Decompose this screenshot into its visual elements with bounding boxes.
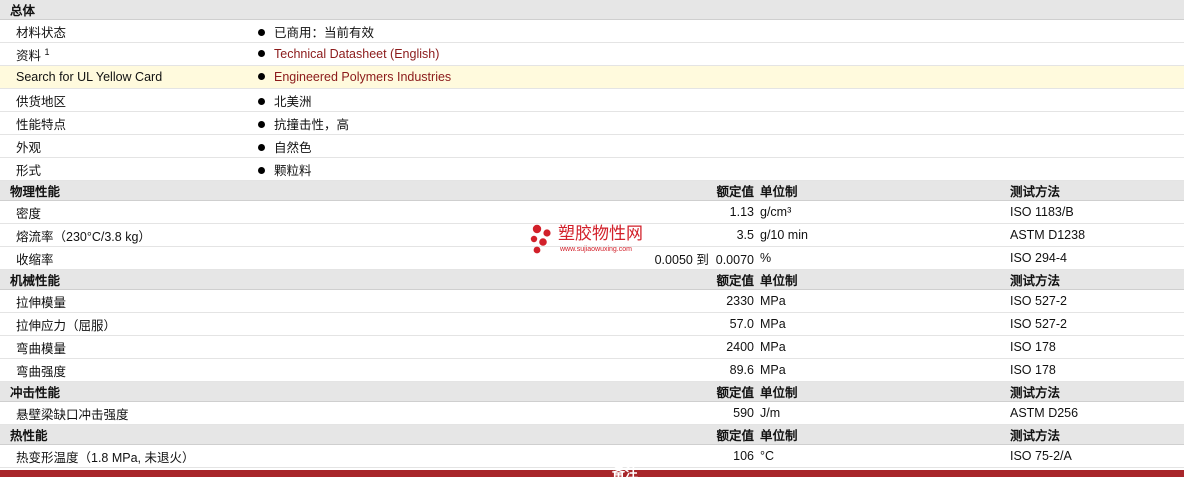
- column-header-method: 测试方法: [1010, 424, 1184, 445]
- row-method: ISO 527-2: [1010, 312, 1184, 336]
- row-label: 材料状态: [0, 19, 258, 43]
- column-header-unit: 单位制: [760, 269, 1010, 290]
- datasheet-table: 总体 材料状态 已商用：当前有效 资料 1 Technical Datashee…: [0, 0, 1184, 468]
- row-unit: MPa: [760, 358, 1010, 382]
- bullet-icon: [258, 73, 265, 80]
- row-label: 收缩率: [0, 246, 588, 270]
- general-row-form: 形式 颗粒料: [0, 157, 1184, 181]
- row-unit: J/m: [760, 401, 1010, 425]
- table-row: 热变形温度（1.8 MPa, 未退火） 106 °C ISO 75-2/A: [0, 444, 1184, 468]
- row-label: 拉伸应力（屈服）: [0, 312, 588, 336]
- table-row: 密度 1.13 g/cm³ ISO 1183/B: [0, 200, 1184, 224]
- general-row-status: 材料状态 已商用：当前有效: [0, 19, 1184, 43]
- bullet-icon: [258, 120, 265, 128]
- technical-datasheet-link[interactable]: Technical Datasheet (English): [274, 47, 439, 61]
- row-unit: MPa: [760, 289, 1010, 313]
- row-unit: °C: [760, 444, 1010, 468]
- row-value: 89.6: [588, 358, 760, 382]
- column-header-value: 额定值: [588, 381, 760, 402]
- general-row-features: 性能特点 抗撞击性，高: [0, 111, 1184, 135]
- row-label: 熔流率（230°C/3.8 kg）: [0, 223, 588, 247]
- column-header-value: 额定值: [588, 424, 760, 445]
- section-header-thermal: 热性能 额定值 单位制 测试方法: [0, 424, 1184, 445]
- section-title: 物理性能: [0, 180, 588, 201]
- row-value: 590: [588, 401, 760, 425]
- bullet-icon: [258, 97, 265, 105]
- column-header-unit: 单位制: [760, 381, 1010, 402]
- row-value: 1.13: [588, 200, 760, 224]
- row-value: 北美洲: [274, 94, 312, 109]
- general-row-ul-yellow-card: Search for UL Yellow Card Engineered Pol…: [0, 65, 1184, 89]
- column-header-unit: 单位制: [760, 424, 1010, 445]
- column-header-value: 额定值: [588, 180, 760, 201]
- bullet-icon: [258, 28, 265, 36]
- table-row: 拉伸应力（屈服） 57.0 MPa ISO 527-2: [0, 312, 1184, 336]
- row-method: ISO 1183/B: [1010, 200, 1184, 224]
- row-value: 3.5: [588, 223, 760, 247]
- general-row-documents: 资料 1 Technical Datasheet (English): [0, 42, 1184, 66]
- row-method: ISO 294-4: [1010, 246, 1184, 270]
- row-label: 密度: [0, 200, 588, 224]
- row-value: 57.0: [588, 312, 760, 336]
- notes-footer-label: 备注: [612, 465, 639, 480]
- row-method: ASTM D1238: [1010, 223, 1184, 247]
- row-method: ISO 527-2: [1010, 289, 1184, 313]
- table-row: 悬壁梁缺口冲击强度 590 J/m ASTM D256: [0, 401, 1184, 425]
- column-header-method: 测试方法: [1010, 269, 1184, 290]
- row-label: 弯曲强度: [0, 358, 588, 382]
- row-label: 供货地区: [0, 88, 258, 112]
- column-header-value: 额定值: [588, 269, 760, 290]
- bullet-icon: [258, 166, 265, 174]
- column-header-method: 测试方法: [1010, 180, 1184, 201]
- row-value: 已商用：当前有效: [274, 25, 375, 40]
- supplier-link[interactable]: Engineered Polymers Industries: [274, 70, 451, 84]
- bullet-icon: [258, 50, 265, 57]
- column-header-unit: 单位制: [760, 180, 1010, 201]
- section-header-mechanical: 机械性能 额定值 单位制 测试方法: [0, 269, 1184, 290]
- section-title: 机械性能: [0, 269, 588, 290]
- row-label: 外观: [0, 134, 258, 158]
- table-row: 收缩率 0.0050 到 0.0070 % ISO 294-4: [0, 246, 1184, 270]
- row-label: 悬壁梁缺口冲击强度: [0, 401, 588, 425]
- row-value: 0.0050 到 0.0070: [588, 246, 760, 270]
- footnote-marker: 1: [44, 46, 50, 57]
- section-header-general: 总体: [0, 0, 1184, 20]
- column-header-method: 测试方法: [1010, 381, 1184, 402]
- row-unit: g/10 min: [760, 223, 1010, 247]
- row-value: 颗粒料: [274, 163, 312, 178]
- row-unit: %: [760, 246, 1010, 270]
- section-header-physical: 物理性能 额定值 单位制 测试方法: [0, 180, 1184, 201]
- general-row-region: 供货地区 北美洲: [0, 88, 1184, 112]
- bullet-icon: [258, 143, 265, 151]
- general-row-appearance: 外观 自然色: [0, 134, 1184, 158]
- row-label: 性能特点: [0, 111, 258, 135]
- section-title: 冲击性能: [0, 381, 588, 402]
- section-title: 总体: [0, 0, 1184, 20]
- row-value: 抗撞击性，高: [274, 117, 350, 132]
- row-label: 拉伸模量: [0, 289, 588, 313]
- row-label: 热变形温度（1.8 MPa, 未退火）: [0, 444, 588, 468]
- table-row: 弯曲强度 89.6 MPa ISO 178: [0, 358, 1184, 382]
- row-label: 形式: [0, 157, 258, 181]
- row-unit: MPa: [760, 335, 1010, 359]
- row-method: ISO 178: [1010, 358, 1184, 382]
- row-unit: MPa: [760, 312, 1010, 336]
- row-unit: g/cm³: [760, 200, 1010, 224]
- section-header-impact: 冲击性能 额定值 单位制 测试方法: [0, 381, 1184, 402]
- row-value: 2330: [588, 289, 760, 313]
- row-method: ISO 75-2/A: [1010, 444, 1184, 468]
- row-method: ASTM D256: [1010, 401, 1184, 425]
- row-label: Search for UL Yellow Card: [0, 65, 258, 89]
- row-label: 资料: [16, 48, 42, 63]
- table-row: 弯曲模量 2400 MPa ISO 178: [0, 335, 1184, 359]
- table-row: 拉伸模量 2330 MPa ISO 527-2: [0, 289, 1184, 313]
- notes-footer-bar: [0, 470, 1184, 477]
- table-row: 熔流率（230°C/3.8 kg） 3.5 g/10 min ASTM D123…: [0, 223, 1184, 247]
- row-method: ISO 178: [1010, 335, 1184, 359]
- row-label: 弯曲模量: [0, 335, 588, 359]
- section-title: 热性能: [0, 424, 588, 445]
- row-value: 自然色: [274, 140, 312, 155]
- row-value: 2400: [588, 335, 760, 359]
